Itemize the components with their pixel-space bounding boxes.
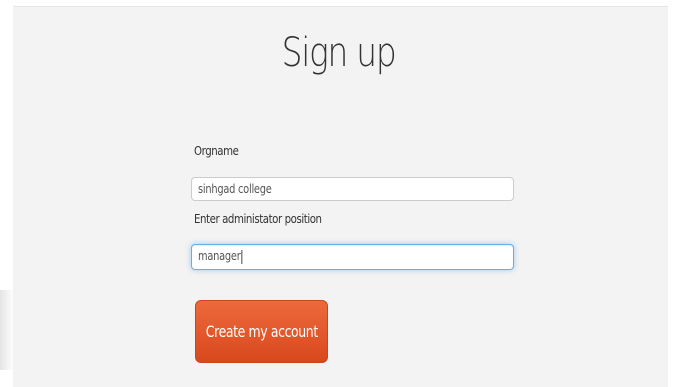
position-label: Enter administator position xyxy=(194,212,322,226)
orgname-input[interactable]: sinhgad college xyxy=(191,177,514,201)
orgname-value: sinhgad college xyxy=(198,182,272,196)
position-value-wrap: manager xyxy=(198,245,243,267)
create-account-button[interactable]: Create my account xyxy=(195,300,328,363)
position-input[interactable]: manager xyxy=(191,244,514,270)
edge-shadow xyxy=(0,290,14,370)
create-account-label: Create my account xyxy=(205,322,318,341)
position-value: manager xyxy=(198,249,241,263)
page-title: Sign up xyxy=(281,30,397,76)
page: Sign up Orgname sinhgad college Enter ad… xyxy=(0,0,676,387)
orgname-label: Orgname xyxy=(194,144,239,158)
text-cursor xyxy=(241,249,243,264)
